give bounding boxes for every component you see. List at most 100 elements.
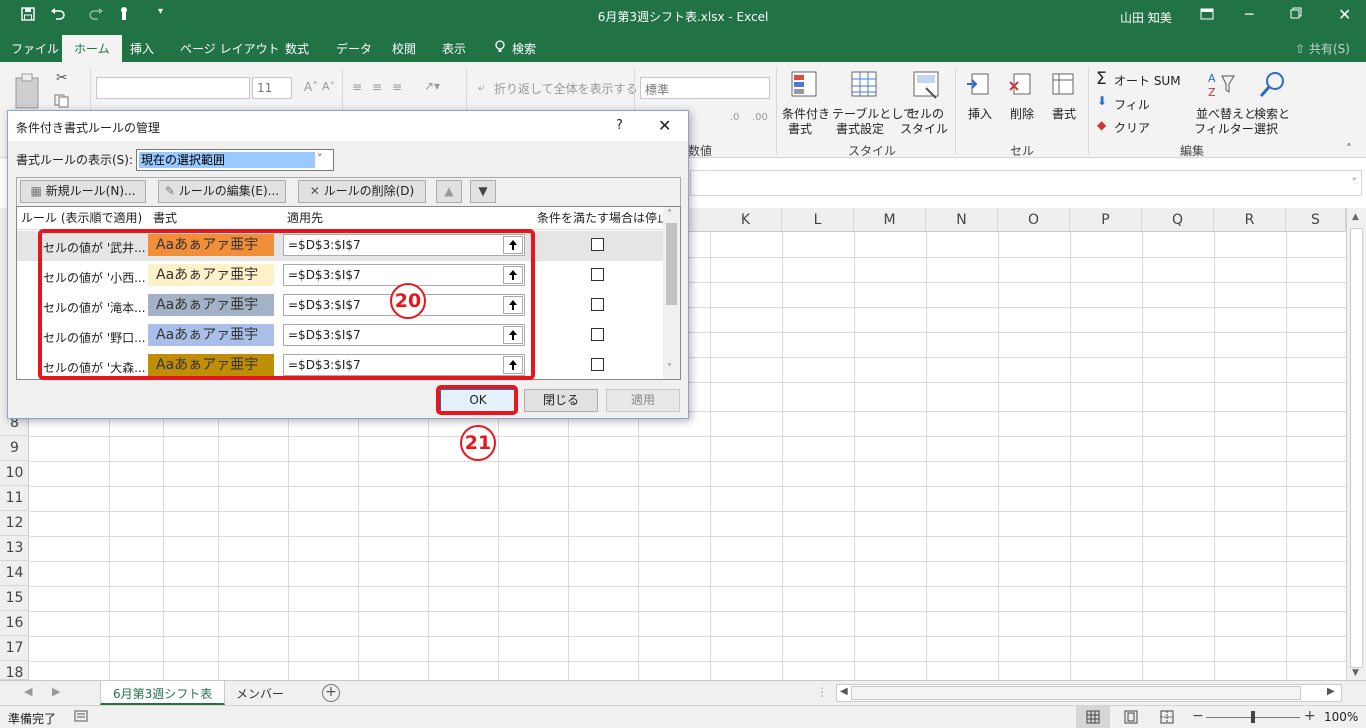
tab-file[interactable]: ファイル (11, 40, 59, 57)
rules-scroll-thumb[interactable] (666, 223, 677, 305)
stop-if-true-checkbox[interactable] (591, 358, 604, 371)
macro-record-icon[interactable] (74, 709, 88, 723)
sort-filter-icon[interactable]: AZ (1206, 70, 1236, 100)
tab-formulas[interactable]: 数式 (285, 40, 309, 57)
sheet-tab-members[interactable]: メンバー (224, 681, 296, 705)
stop-if-true-checkbox[interactable] (591, 298, 604, 311)
close-window-icon[interactable]: ✕ (1338, 5, 1351, 24)
page-break-view-icon[interactable] (1160, 710, 1174, 724)
new-rule-button[interactable]: ▦ 新規ルール(N)... (20, 180, 146, 203)
scroll-left-icon[interactable]: ◀ (840, 686, 848, 697)
font-name-box[interactable] (96, 77, 250, 99)
tab-search[interactable]: 検索 (512, 40, 536, 57)
align-middle-icon[interactable]: ≡ (372, 80, 382, 94)
increase-font-icon[interactable]: A˄ (304, 80, 318, 94)
fill-icon[interactable]: ⬇ (1097, 94, 1107, 108)
insert-cells-label[interactable]: 挿入 (968, 105, 992, 122)
col-header-q[interactable]: Q (1142, 208, 1214, 232)
page-layout-view-icon[interactable] (1124, 710, 1138, 724)
row-header[interactable]: 11 (0, 486, 29, 511)
col-header-s[interactable]: S (1286, 208, 1346, 232)
user-name[interactable]: 山田 知美 (1120, 9, 1172, 26)
cut-icon[interactable]: ✂ (56, 70, 68, 86)
col-header-p[interactable]: P (1070, 208, 1142, 232)
stop-if-true-checkbox[interactable] (591, 268, 604, 281)
row-header[interactable]: 15 (0, 586, 29, 611)
format-as-table-icon[interactable] (850, 70, 880, 100)
maximize-icon[interactable] (1290, 7, 1302, 19)
move-down-button[interactable]: ▼ (470, 180, 496, 203)
col-header-r[interactable]: R (1214, 208, 1286, 232)
font-size-box[interactable]: 11 (252, 77, 292, 99)
cell-styles-icon[interactable] (912, 70, 942, 100)
row-header[interactable]: 16 (0, 611, 29, 636)
format-cells-icon[interactable] (1050, 72, 1076, 98)
paste-icon[interactable] (12, 72, 44, 112)
decrease-font-icon[interactable]: A˅ (322, 80, 335, 93)
format-cells-label[interactable]: 書式 (1052, 105, 1076, 122)
formula-input[interactable]: ˅ (690, 170, 1362, 196)
add-sheet-icon[interactable]: + (322, 684, 340, 702)
align-top-icon[interactable]: ≡ (352, 80, 362, 94)
fill-label[interactable]: フィル (1114, 96, 1150, 113)
tab-view[interactable]: 表示 (442, 40, 466, 57)
find-select-icon[interactable] (1258, 70, 1288, 100)
align-bottom-icon[interactable]: ≡ (392, 80, 402, 94)
col-header-k[interactable]: K (710, 208, 782, 232)
rules-scroll-down-icon[interactable]: ˅ (667, 363, 672, 374)
col-header-l[interactable]: L (782, 208, 854, 232)
dialog-close-icon[interactable]: ✕ (658, 116, 671, 135)
prev-sheet-icon[interactable]: ◀ (24, 685, 32, 698)
clear-icon[interactable]: ◆ (1097, 118, 1106, 132)
tab-data[interactable]: データ (336, 40, 372, 57)
col-header-n[interactable]: N (926, 208, 998, 232)
cell-styles-label2[interactable]: スタイル (900, 120, 948, 137)
sheet-tab-shift[interactable]: 6月第3週シフト表 (100, 681, 226, 705)
next-sheet-icon[interactable]: ▶ (52, 685, 60, 698)
zoom-in-icon[interactable]: + (1304, 708, 1316, 724)
tab-page-layout[interactable]: ページ レイアウト (180, 40, 280, 57)
row-header[interactable]: 14 (0, 561, 29, 586)
wrap-text-button[interactable]: 折り返して全体を表示する (494, 80, 638, 97)
scroll-down-icon[interactable]: ▼ (1352, 668, 1359, 678)
horizontal-scrollbar[interactable]: ◀ ▶ (836, 684, 1342, 702)
scroll-up-icon[interactable]: ▲ (1352, 212, 1359, 222)
tell-me-icon[interactable] (494, 40, 506, 55)
insert-cells-icon[interactable] (966, 72, 992, 98)
delete-cells-icon[interactable] (1008, 72, 1034, 98)
rules-scrollbar[interactable]: ˄ ˅ (663, 207, 680, 379)
zoom-out-icon[interactable]: − (1192, 708, 1204, 724)
minimize-icon[interactable]: ─ (1245, 7, 1253, 23)
row-header[interactable]: 10 (0, 461, 29, 486)
delete-cells-label[interactable]: 削除 (1010, 105, 1034, 122)
find-select-label2[interactable]: 選択 (1254, 120, 1278, 137)
normal-view-button[interactable] (1076, 706, 1110, 728)
wrap-text-icon[interactable]: ⤶ (478, 80, 485, 95)
row-header[interactable]: 17 (0, 636, 29, 661)
help-button[interactable]: ? (616, 118, 623, 133)
orientation-icon[interactable]: ↗▾ (424, 79, 440, 93)
number-format-box[interactable]: 標準 (640, 77, 770, 99)
stop-if-true-checkbox[interactable] (591, 328, 604, 341)
decimal-increase-icon[interactable]: .0 (730, 112, 740, 123)
row-header[interactable]: 9 (0, 436, 29, 461)
close-button[interactable]: 閉じる (524, 389, 598, 412)
scroll-right-icon[interactable]: ▶ (1327, 686, 1335, 697)
vertical-scrollbar[interactable]: ▲ ▼ (1346, 208, 1366, 680)
autosum-label[interactable]: オート SUM (1114, 72, 1181, 89)
tab-insert[interactable]: 挿入 (130, 40, 154, 57)
hscroll-split-icon[interactable]: ⋮ (816, 685, 828, 699)
clear-label[interactable]: クリア (1114, 119, 1150, 136)
zoom-slider-thumb[interactable] (1251, 711, 1255, 723)
stop-if-true-checkbox[interactable] (591, 238, 604, 251)
share-button[interactable]: ⇧ 共有(S) (1295, 40, 1350, 57)
conditional-format-icon[interactable] (790, 70, 820, 100)
hscroll-thumb[interactable] (851, 686, 1301, 700)
delete-rule-button[interactable]: ✕ ルールの削除(D) (298, 180, 426, 203)
row-header[interactable]: 12 (0, 511, 29, 536)
zoom-level[interactable]: 100% (1324, 710, 1358, 724)
move-up-button[interactable]: ▲ (436, 180, 462, 203)
sort-filter-label2[interactable]: フィルター (1194, 120, 1254, 137)
show-rules-dropdown[interactable]: 現在の選択範囲 ˅ (136, 149, 334, 171)
format-as-table-label2[interactable]: 書式設定 (836, 120, 884, 137)
